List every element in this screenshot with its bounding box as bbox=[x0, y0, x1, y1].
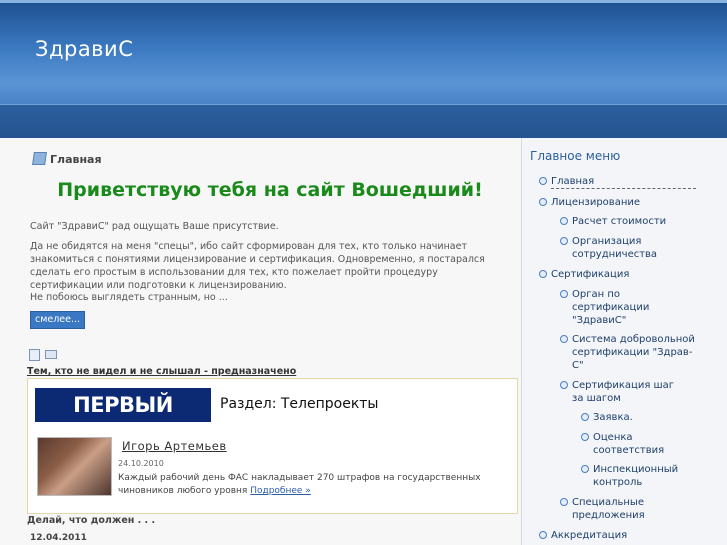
more-link[interactable]: Подробнее » bbox=[250, 486, 311, 496]
bullet-icon bbox=[560, 237, 568, 245]
menu-title: Главное меню bbox=[530, 149, 621, 163]
menu-item-conformity[interactable]: Оценка соответствия bbox=[581, 431, 693, 457]
menu-item-label: Сертификация шаг за шагом bbox=[572, 380, 675, 404]
bullet-icon bbox=[581, 465, 589, 473]
sidebar: Главное меню Главная Лицензирование Расч… bbox=[521, 138, 727, 545]
header-top-line bbox=[0, 0, 727, 3]
tv-embed-box: ПЕРВЫЙ КАНАЛ Раздел: Телепроекты Игорь А… bbox=[27, 378, 518, 514]
menu-item-cooperation[interactable]: Организация сотрудничества bbox=[560, 235, 672, 261]
channel-logo[interactable]: ПЕРВЫЙ КАНАЛ bbox=[35, 388, 211, 451]
bullet-icon bbox=[560, 217, 568, 225]
post-date: 24.10.2010 bbox=[118, 459, 164, 468]
menu-item-label: Организация сотрудничества bbox=[572, 236, 658, 260]
bullet-icon bbox=[539, 270, 547, 278]
post-text: Каждый рабочий день ФАС накладывает 270 … bbox=[118, 472, 508, 498]
menu-item-home[interactable]: Главная bbox=[539, 175, 696, 189]
main-content: Главная Приветствую тебя на сайт Вошедши… bbox=[0, 138, 521, 545]
bullet-icon bbox=[539, 177, 547, 185]
bullet-icon bbox=[581, 433, 589, 441]
menu-item-label: Заявка. bbox=[593, 412, 633, 423]
bullet-icon bbox=[560, 290, 568, 298]
menu-item-accreditation[interactable]: Аккредитация bbox=[539, 529, 701, 542]
menu-item-label: Лицензирование bbox=[551, 197, 641, 208]
section-label: Раздел: Телепроекты bbox=[220, 396, 379, 412]
menu-item-step-by-step[interactable]: Сертификация шаг за шагом bbox=[560, 379, 687, 405]
menu-item-licensing[interactable]: Лицензирование bbox=[539, 196, 701, 209]
breadcrumb: Главная bbox=[32, 152, 102, 166]
article-title-link[interactable]: Тем, кто не видел и не слышал - предназн… bbox=[27, 366, 296, 377]
intro-paragraph-2: Да не обидятся на меня "спецы", ибо сайт… bbox=[30, 241, 485, 291]
menu-item-label: Орган по сертификации "ЗдравиС" bbox=[572, 289, 650, 326]
menu-item-label: Аккредитация bbox=[551, 530, 628, 541]
breadcrumb-label: Главная bbox=[50, 153, 102, 166]
menu-item-cost[interactable]: Расчет стоимости bbox=[560, 215, 702, 228]
menu-item-special-offers[interactable]: Специальные предложения bbox=[560, 496, 692, 522]
bullet-icon bbox=[560, 335, 568, 343]
intro-paragraph-3: Не побоюсь выглядеть странным, но ... bbox=[30, 292, 228, 303]
menu-item-label: Расчет стоимости bbox=[572, 216, 667, 227]
menu-item-label: Сертификация bbox=[551, 269, 630, 280]
pdf-icon[interactable] bbox=[29, 349, 40, 361]
menu-item-label: Инспекционный контроль bbox=[593, 464, 679, 488]
menu-item-certification[interactable]: Сертификация bbox=[539, 268, 701, 281]
menu-item-application[interactable]: Заявка. bbox=[581, 411, 693, 424]
intro-paragraph-1: Сайт "ЗдравиС" рад ощущать Ваше присутст… bbox=[30, 221, 279, 232]
menu-item-label: Специальные предложения bbox=[572, 497, 645, 521]
menu-item-label: Главная bbox=[551, 176, 595, 187]
bullet-icon bbox=[560, 498, 568, 506]
article2-date: 12.04.2011 bbox=[30, 533, 87, 543]
menu-item-label: Система добровольной сертификации "Здрав… bbox=[572, 334, 695, 371]
person-photo[interactable] bbox=[37, 437, 112, 496]
bullet-icon bbox=[581, 413, 589, 421]
page-icon bbox=[32, 152, 47, 165]
bullet-icon bbox=[560, 381, 568, 389]
bullet-icon bbox=[539, 198, 547, 206]
welcome-heading: Приветствую тебя на сайт Вошедший! bbox=[57, 179, 483, 201]
site-title[interactable]: ЗдравиС bbox=[35, 37, 133, 61]
article2-title: Делай, что должен . . . bbox=[27, 515, 156, 526]
menu-item-label: Оценка соответствия bbox=[593, 432, 665, 456]
menu-item-voluntary-system[interactable]: Система добровольной сертификации "Здрав… bbox=[560, 333, 702, 372]
bullet-icon bbox=[539, 531, 547, 539]
nav-bar bbox=[0, 104, 727, 139]
email-icon[interactable] bbox=[45, 350, 57, 359]
site-header: ЗдравиС bbox=[0, 0, 727, 104]
menu-item-inspection[interactable]: Инспекционный контроль bbox=[581, 463, 693, 489]
read-more-button[interactable]: смелее... bbox=[30, 311, 86, 329]
person-name-link[interactable]: Игорь Артемьев bbox=[122, 439, 227, 453]
menu-item-cert-body[interactable]: Орган по сертификации "ЗдравиС" bbox=[560, 288, 662, 327]
